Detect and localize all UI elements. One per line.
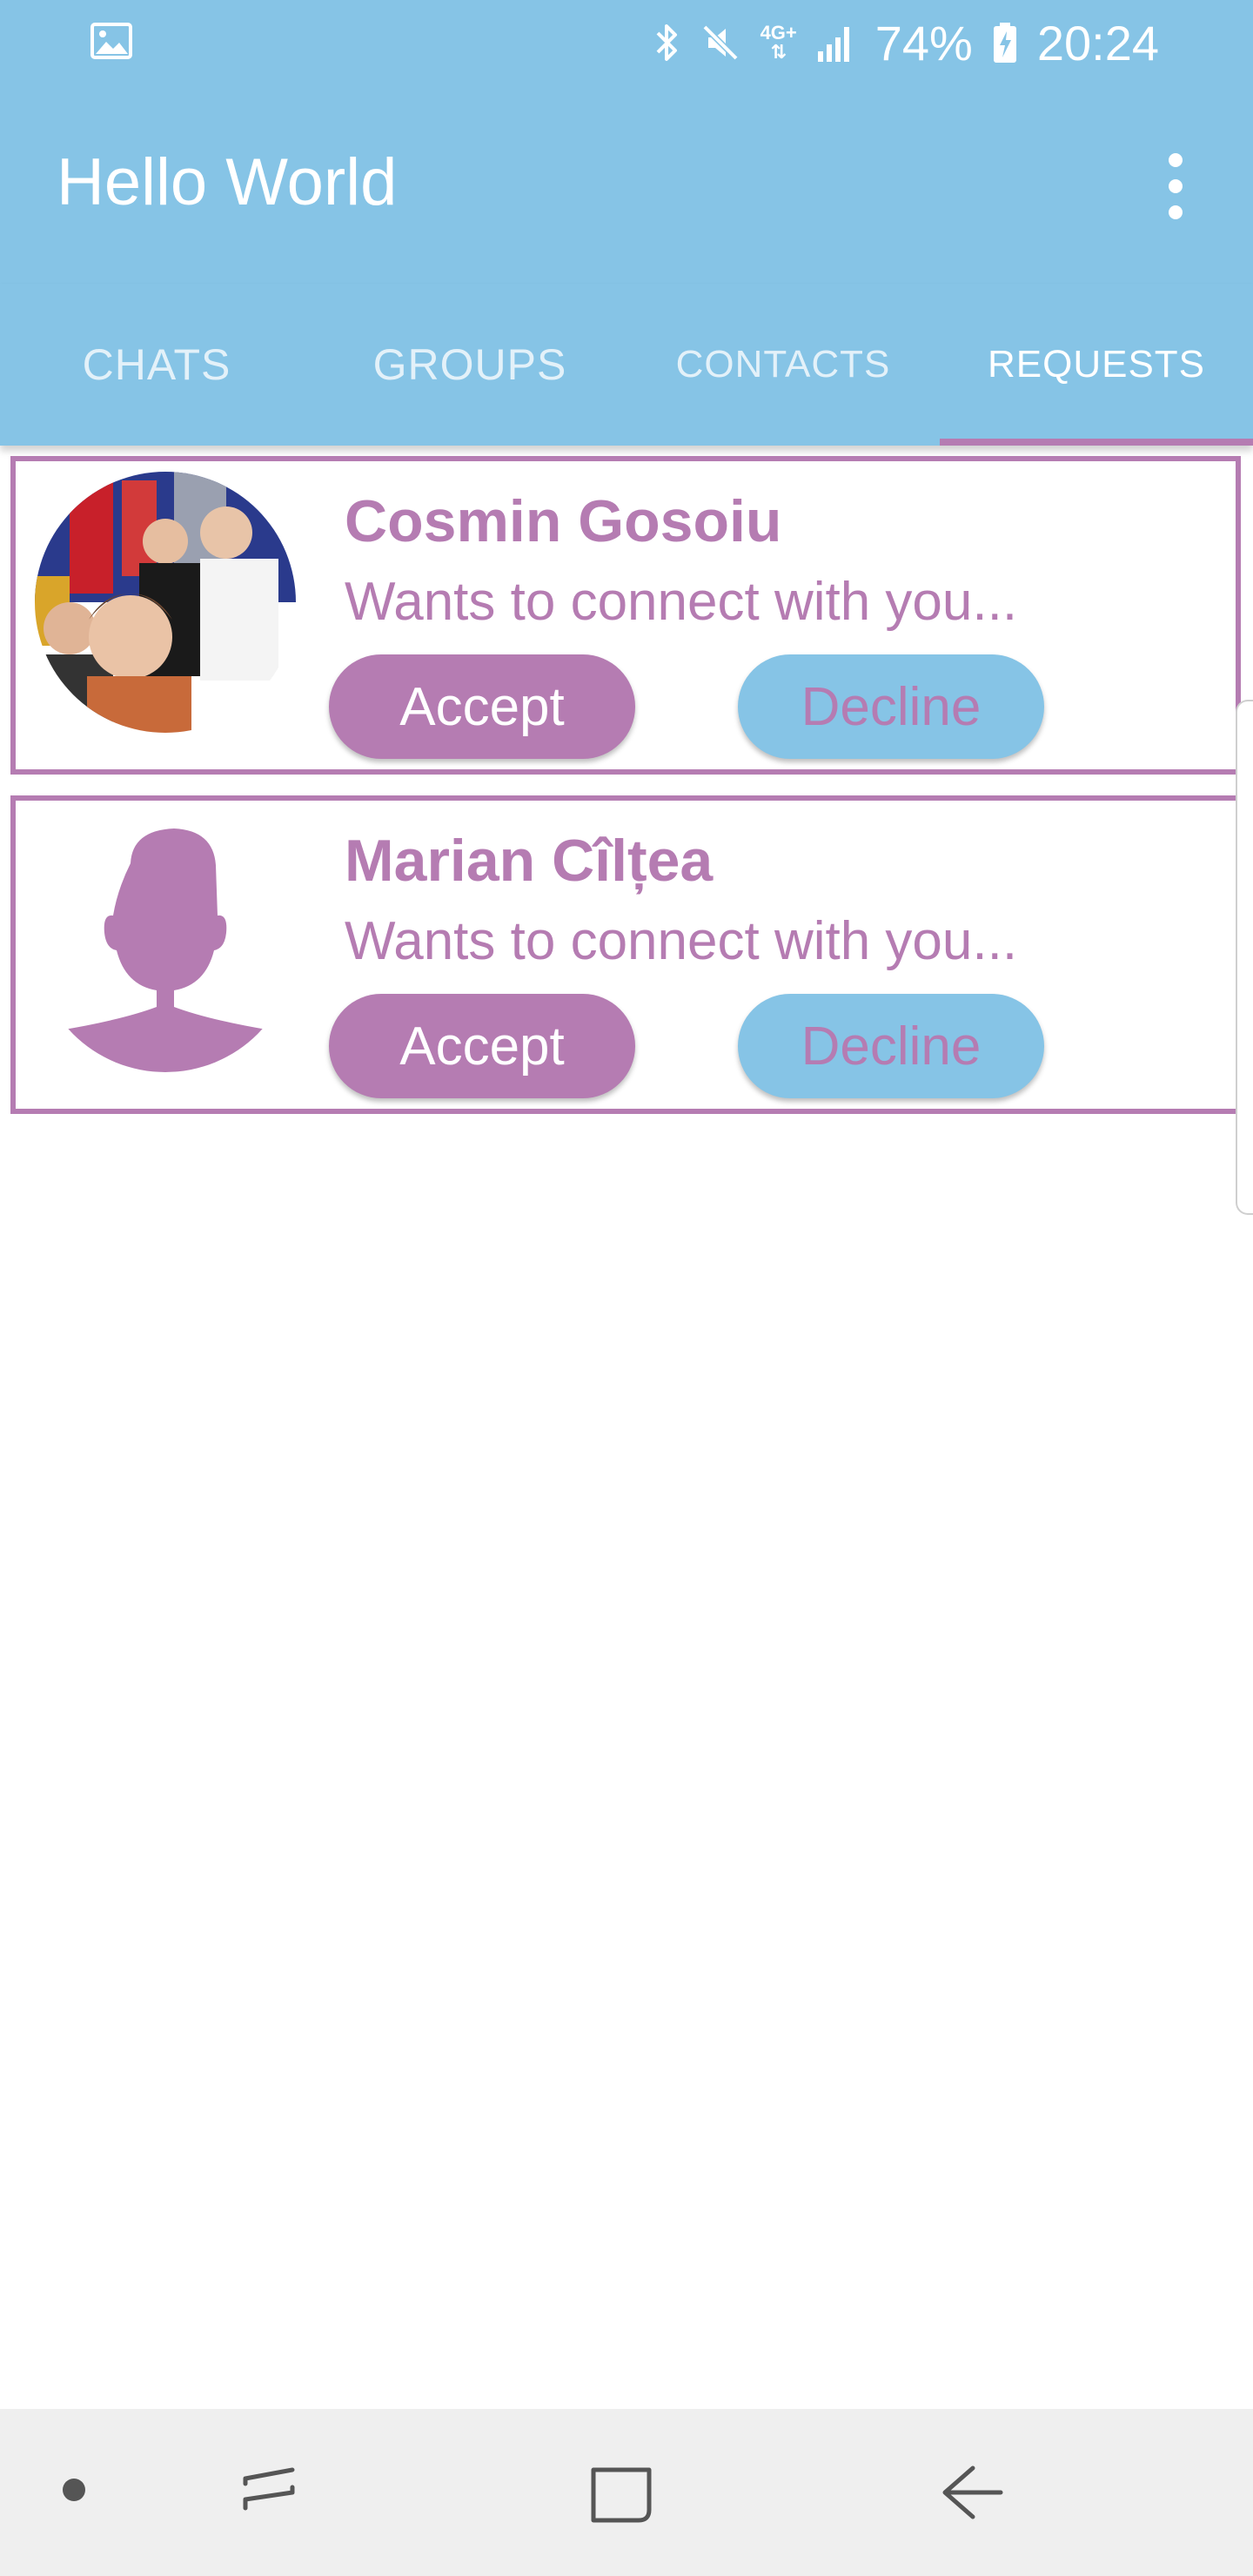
tab-contacts[interactable]: CONTACTS (626, 284, 940, 446)
app-title: Hello World (57, 145, 398, 219)
clock: 20:24 (1036, 15, 1159, 70)
battery-charging-icon (993, 23, 1016, 63)
accept-button[interactable]: Accept (329, 994, 635, 1098)
person-silhouette-icon (35, 811, 296, 1072)
decline-button[interactable]: Decline (738, 654, 1044, 759)
network-type: 4G+ ⇅ (760, 22, 797, 63)
tab-groups[interactable]: GROUPS (313, 284, 626, 446)
back-icon[interactable] (938, 2458, 1008, 2527)
recent-apps-icon[interactable] (235, 2458, 305, 2527)
tab-chats[interactable]: CHATS (0, 284, 313, 446)
accept-button[interactable]: Accept (329, 654, 635, 759)
mute-icon (702, 24, 739, 61)
avatar-photo (35, 472, 296, 733)
home-icon[interactable] (586, 2458, 656, 2527)
requester-name: Marian Cîlțea (345, 828, 714, 894)
request-card: Marian Cîlțea Wants to connect with you.… (10, 795, 1241, 1114)
battery-percent: 74% (874, 15, 973, 70)
signal-icon (817, 27, 849, 62)
navigation-bar (0, 2409, 1253, 2576)
tab-bar: CHATS GROUPS CONTACTS REQUESTS (0, 284, 1253, 446)
edge-panel-handle[interactable] (1236, 700, 1253, 1215)
nav-dot-icon[interactable] (63, 2479, 85, 2501)
request-message: Wants to connect with you... (345, 911, 1018, 971)
request-card: Cosmin Gosoiu Wants to connect with you.… (10, 456, 1241, 775)
bluetooth-icon (656, 24, 677, 61)
decline-button[interactable]: Decline (738, 994, 1044, 1098)
request-message: Wants to connect with you... (345, 572, 1018, 632)
gallery-notification-icon (90, 23, 132, 59)
status-bar: 4G+ ⇅ 74% 20:24 (0, 0, 1253, 84)
requester-name: Cosmin Gosoiu (345, 488, 782, 554)
status-icons: 4G+ ⇅ 74% 20:24 (654, 12, 1159, 73)
app-bar: Hello World (0, 84, 1253, 284)
overflow-menu-icon[interactable] (1153, 151, 1198, 221)
tab-requests[interactable]: REQUESTS (940, 284, 1253, 446)
